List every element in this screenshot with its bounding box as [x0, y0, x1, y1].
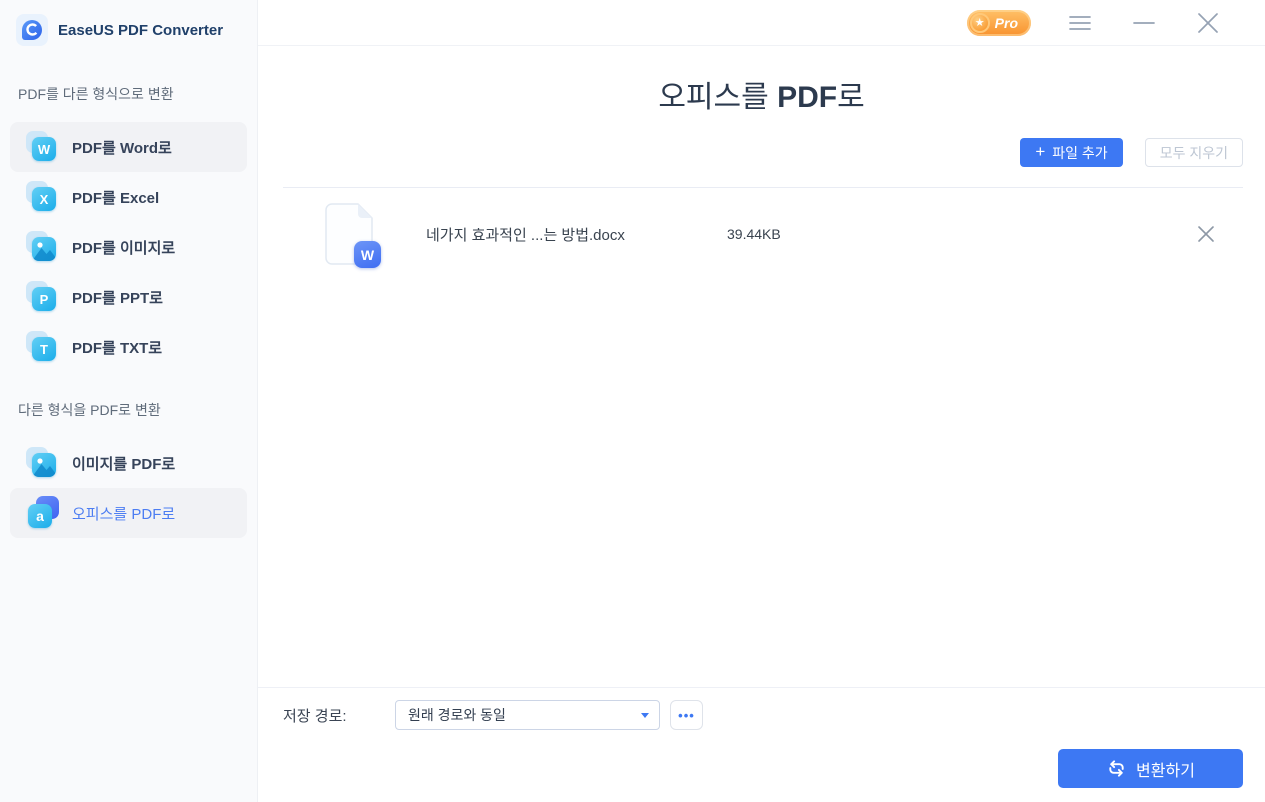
star-icon: ★ [969, 12, 990, 33]
pro-badge-label: Pro [994, 14, 1018, 31]
txt-icon-letter: T [32, 337, 56, 361]
word-icon: W [26, 131, 56, 161]
sidebar-item-label: 오피스를 PDF로 [72, 505, 176, 523]
sidebar-item-label: PDF를 TXT로 [72, 339, 163, 357]
word-badge-icon: W [354, 241, 381, 268]
save-path-label: 저장 경로: [283, 707, 347, 725]
chevron-down-icon [641, 712, 649, 718]
save-path-select[interactable]: 원래 경로와 동일 [395, 700, 660, 730]
page-title-bold: PDF [777, 81, 838, 114]
plus-icon: + [1035, 142, 1046, 161]
convert-icon [1109, 760, 1124, 777]
file-list-empty-area [258, 267, 1265, 687]
sidebar-item-pdf-to-image[interactable]: PDF를 이미지로 [10, 222, 247, 272]
ppt-icon-letter: P [32, 287, 56, 311]
excel-icon: X [26, 181, 56, 211]
save-path-value: 원래 경로와 동일 [408, 707, 506, 723]
sidebar: EaseUS PDF Converter PDF를 다른 형식으로 변환 W P… [0, 0, 258, 802]
menu-button[interactable] [1065, 10, 1095, 36]
image-icon-glyph [32, 453, 56, 477]
app-logo-icon [16, 14, 48, 46]
image-icon-glyph [32, 237, 56, 261]
clear-all-button[interactable]: 모두 지우기 [1144, 138, 1243, 167]
titlebar: ★ Pro [258, 0, 1265, 46]
close-icon [1198, 12, 1218, 33]
sidebar-item-pdf-to-txt[interactable]: T PDF를 TXT로 [10, 322, 247, 372]
txt-icon: T [26, 331, 56, 361]
convert-row: 변환하기 [258, 730, 1265, 802]
image-icon [26, 231, 56, 261]
image-icon [26, 447, 56, 477]
app-window: EaseUS PDF Converter PDF를 다른 형식으로 변환 W P… [0, 0, 1265, 802]
sidebar-section-other-to-pdf: 다른 형식을 PDF로 변환 [18, 402, 161, 418]
sidebar-item-office-to-pdf[interactable]: a 오피스를 PDF로 [10, 488, 247, 538]
main-panel: ★ Pro 오피스를 PDF로 + 파일 추가 모두 지우기 W 네가지 효과적… [258, 0, 1265, 802]
pro-badge[interactable]: ★ Pro [966, 9, 1031, 36]
sidebar-item-image-to-pdf[interactable]: 이미지를 PDF로 [10, 438, 247, 488]
sidebar-item-pdf-to-excel[interactable]: X PDF를 Excel [10, 172, 247, 222]
file-name: 네가지 효과적인 ...는 방법.docx [426, 226, 625, 244]
sidebar-item-label: PDF를 이미지로 [72, 239, 176, 257]
convert-button-label: 변환하기 [1136, 762, 1195, 780]
page-title: 오피스를 PDF로 [258, 72, 1265, 116]
sidebar-item-label: PDF를 Excel [72, 189, 160, 207]
sidebar-item-label: PDF를 PPT로 [72, 289, 163, 307]
sidebar-item-label: 이미지를 PDF로 [72, 455, 176, 473]
minimize-button[interactable] [1129, 10, 1159, 36]
word-icon-letter: W [32, 137, 56, 161]
app-header: EaseUS PDF Converter [0, 0, 257, 60]
hamburger-icon [1069, 15, 1091, 30]
app-title: EaseUS PDF Converter [58, 21, 224, 39]
close-button[interactable] [1193, 9, 1223, 37]
sidebar-item-label: PDF를 Word로 [72, 139, 172, 157]
office-icon-letter: a [28, 504, 52, 528]
browse-path-button[interactable]: ••• [670, 700, 703, 730]
file-size: 39.44KB [727, 226, 781, 242]
word-document-icon: W [325, 203, 381, 268]
excel-icon-letter: X [32, 187, 56, 211]
minimize-icon [1133, 21, 1155, 24]
add-files-label: 파일 추가 [1052, 144, 1108, 161]
sidebar-item-pdf-to-word[interactable]: W PDF를 Word로 [10, 122, 247, 172]
convert-button[interactable]: 변환하기 [1058, 749, 1243, 788]
file-row: W 네가지 효과적인 ...는 방법.docx 39.44KB [258, 201, 1265, 268]
actions-row: + 파일 추가 모두 지우기 [258, 138, 1265, 167]
ppt-icon: P [26, 281, 56, 311]
save-path-row: 저장 경로: 원래 경로와 동일 ••• [258, 688, 1265, 730]
sidebar-item-pdf-to-ppt[interactable]: P PDF를 PPT로 [10, 272, 247, 322]
page-title-post: 로 [837, 81, 865, 114]
remove-file-button[interactable] [1193, 221, 1219, 247]
file-list-divider [283, 187, 1243, 188]
sidebar-section-pdf-to-other: PDF를 다른 형식으로 변환 [18, 86, 174, 102]
add-files-button[interactable]: + 파일 추가 [1020, 138, 1123, 167]
office-icon: a [28, 496, 59, 528]
close-icon [1198, 226, 1214, 242]
page-title-pre: 오피스를 [658, 81, 778, 114]
